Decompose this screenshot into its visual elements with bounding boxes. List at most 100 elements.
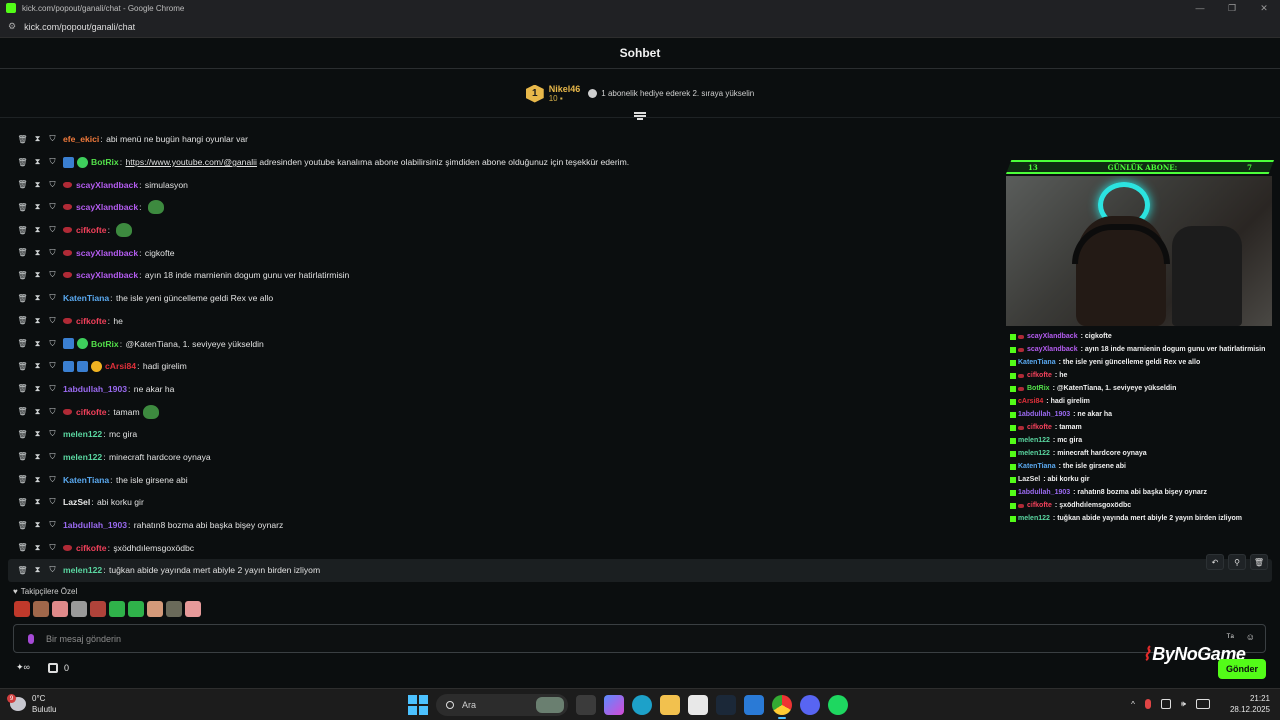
emote-icon[interactable] xyxy=(52,601,68,617)
shield-icon[interactable]: ⛉ xyxy=(48,565,57,575)
delete-icon[interactable]: 🗑 xyxy=(17,407,27,416)
delete-icon[interactable]: 🗑 xyxy=(17,294,27,303)
chat-username[interactable]: scayXlandback xyxy=(76,270,138,280)
spotify-icon[interactable] xyxy=(828,695,848,715)
timeout-icon[interactable]: ⧗ xyxy=(33,134,42,144)
chat-username[interactable]: cifkofte xyxy=(76,543,107,553)
shield-icon[interactable]: ⛉ xyxy=(48,225,57,235)
delete-icon[interactable]: 🗑 xyxy=(17,248,27,257)
chat-username[interactable]: melen122 xyxy=(63,429,102,439)
url-text[interactable]: kick.com/popout/ganali/chat xyxy=(24,22,135,32)
chat-message[interactable]: 🗑 ⧗ ⛉ efe_ekici: abi menü ne bugün hangi oy… xyxy=(8,128,1272,151)
delete-icon[interactable]: 🗑 xyxy=(17,362,27,371)
timeout-icon[interactable]: ⧗ xyxy=(33,429,42,439)
display-icon[interactable] xyxy=(1160,699,1171,709)
emote-icon[interactable] xyxy=(128,601,144,617)
timeout-icon[interactable]: ⧗ xyxy=(33,293,42,303)
delete-icon[interactable]: 🗑 xyxy=(17,521,27,530)
shield-icon[interactable]: ⛉ xyxy=(48,316,57,325)
chat-username[interactable]: 1abdullah_1903 xyxy=(63,520,127,530)
emote-icon[interactable] xyxy=(71,601,87,617)
points-icon[interactable]: ✦∞ xyxy=(16,662,30,673)
chat-username[interactable]: scayXlandback xyxy=(76,180,138,190)
message-input-box[interactable]: ᵀᵃ ☺ xyxy=(13,624,1266,653)
message-input[interactable] xyxy=(46,633,1146,644)
shield-icon[interactable]: ⛉ xyxy=(48,384,57,393)
delete-icon[interactable]: 🗑 xyxy=(17,135,27,144)
emote-icon[interactable] xyxy=(90,601,106,617)
delete-icon[interactable]: 🗑 xyxy=(17,475,27,484)
mail-icon[interactable] xyxy=(744,695,764,715)
shield-icon[interactable]: ⛉ xyxy=(48,429,57,439)
timeout-icon[interactable]: ⧗ xyxy=(33,520,42,530)
shield-icon[interactable]: ⛉ xyxy=(48,497,57,507)
windows-start-icon[interactable] xyxy=(408,695,428,715)
timeout-icon[interactable]: ⧗ xyxy=(33,384,42,393)
translate-icon[interactable]: ᵀᵃ xyxy=(1227,632,1234,642)
timeout-icon[interactable]: ⧗ xyxy=(33,339,42,348)
message-link[interactable]: https://www.youtube.com/@ganalii xyxy=(125,157,257,167)
delete-icon[interactable]: 🗑 xyxy=(17,384,27,393)
chrome-icon[interactable] xyxy=(772,695,792,719)
shield-icon[interactable]: ⛉ xyxy=(48,270,57,280)
file-explorer-icon[interactable] xyxy=(660,695,680,715)
shield-icon[interactable]: ⛉ xyxy=(48,248,57,257)
emote-icon[interactable] xyxy=(147,601,163,617)
delete-icon[interactable]: 🗑 xyxy=(17,226,27,235)
scroll-down-icon[interactable] xyxy=(634,112,646,122)
discord-icon[interactable] xyxy=(800,695,820,715)
minimize-icon[interactable]: — xyxy=(1184,0,1216,16)
mic-tray-icon[interactable] xyxy=(1144,699,1151,709)
chat-username[interactable]: KatenTiana xyxy=(63,475,109,485)
shield-icon[interactable]: ⛉ xyxy=(48,202,57,212)
taskbar-search[interactable]: Ara xyxy=(436,694,568,716)
delete-icon[interactable]: 🗑 xyxy=(17,498,27,507)
site-info-icon[interactable]: ⚙ xyxy=(8,21,16,32)
timeout-icon[interactable]: ⧗ xyxy=(33,316,42,325)
emote-icon[interactable] xyxy=(185,601,201,617)
chat-message[interactable]: 🗑 ⧗ ⛉ melen122: tuğkan abide yayında mert a… xyxy=(8,554,1272,582)
timeout-icon[interactable]: ⧗ xyxy=(33,361,42,371)
chat-username[interactable]: BotRix xyxy=(91,157,119,167)
emote-icon[interactable] xyxy=(166,601,182,617)
volume-icon[interactable]: 🕪 xyxy=(1181,699,1186,709)
shield-icon[interactable]: ⛉ xyxy=(48,180,57,189)
timeout-icon[interactable]: ⧗ xyxy=(33,270,42,280)
battery-icon[interactable] xyxy=(1195,699,1210,709)
delete-icon[interactable]: 🗑 xyxy=(17,430,27,439)
shield-icon[interactable]: ⛉ xyxy=(48,475,57,484)
chat-username[interactable]: efe_ekici xyxy=(63,134,99,144)
shield-icon[interactable]: ⛉ xyxy=(48,157,57,167)
task-view-icon[interactable] xyxy=(576,695,596,715)
shield-icon[interactable]: ⛉ xyxy=(48,543,57,552)
shield-icon[interactable]: ⛉ xyxy=(48,452,57,461)
emoji-icon[interactable]: ☺ xyxy=(1246,632,1255,642)
shield-icon[interactable]: ⛉ xyxy=(48,293,57,303)
delete-icon[interactable]: 🗑 xyxy=(17,203,27,212)
delete-icon[interactable]: 🗑 xyxy=(17,543,27,552)
chat-username[interactable]: 1abdullah_1903 xyxy=(63,384,127,394)
chat-username[interactable]: melen122 xyxy=(63,452,102,462)
delete-icon[interactable]: 🗑 xyxy=(17,566,27,575)
gift-leaderboard[interactable]: 1 Nikel46 10 ▪ 1 abonelik hediye ederek … xyxy=(0,70,1280,118)
delete-message-icon[interactable]: 🗑 xyxy=(1250,554,1268,571)
timeout-icon[interactable]: ⧗ xyxy=(33,225,42,235)
chat-username[interactable]: KatenTiana xyxy=(63,293,109,303)
shield-icon[interactable]: ⛉ xyxy=(48,361,57,371)
emote-icon[interactable] xyxy=(109,601,125,617)
chat-username[interactable]: scayXlandback xyxy=(76,248,138,258)
gift-box-icon[interactable] xyxy=(47,662,58,673)
timeout-icon[interactable]: ⧗ xyxy=(33,407,42,416)
timeout-icon[interactable]: ⧗ xyxy=(33,180,42,189)
shield-icon[interactable]: ⛉ xyxy=(48,520,57,530)
timeout-icon[interactable]: ⧗ xyxy=(33,452,42,461)
timeout-icon[interactable]: ⧗ xyxy=(33,157,42,167)
edge-icon[interactable] xyxy=(632,695,652,715)
pin-icon[interactable]: ⚲ xyxy=(1228,554,1246,571)
chat-username[interactable]: cifkofte xyxy=(76,225,107,235)
tray-expand-icon[interactable]: ^ xyxy=(1131,700,1135,709)
weather-widget[interactable]: 9 0°C Bulutlu xyxy=(7,693,56,715)
emote-icon[interactable] xyxy=(33,601,49,617)
delete-icon[interactable]: 🗑 xyxy=(17,158,27,167)
delete-icon[interactable]: 🗑 xyxy=(17,452,27,461)
